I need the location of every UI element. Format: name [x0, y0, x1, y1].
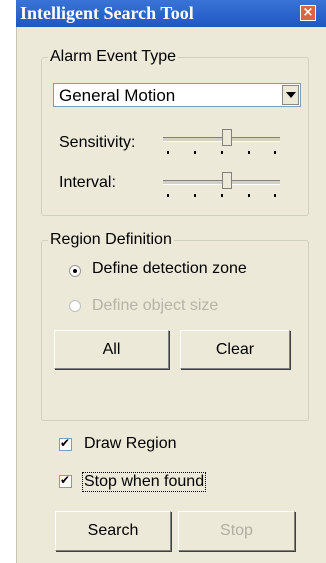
sensitivity-slider[interactable]	[163, 129, 280, 155]
alarm-type-select[interactable]: General Motion	[53, 83, 301, 107]
draw-region-label[interactable]: Draw Region	[84, 435, 176, 453]
interval-thumb[interactable]	[222, 172, 232, 189]
chevron-down-icon[interactable]	[282, 85, 299, 105]
alarm-event-legend: Alarm Event Type	[50, 48, 176, 65]
search-button[interactable]: Search	[55, 511, 171, 551]
interval-label: Interval:	[59, 174, 116, 191]
detection-zone-radio[interactable]	[69, 265, 81, 277]
region-definition-legend: Region Definition	[50, 231, 172, 248]
clear-button[interactable]: Clear	[180, 330, 290, 369]
sensitivity-label: Sensitivity:	[59, 134, 136, 151]
detection-zone-label[interactable]: Define detection zone	[92, 260, 247, 278]
interval-tick	[194, 194, 196, 197]
sensitivity-thumb[interactable]	[222, 129, 232, 146]
alarm-type-value: General Motion	[59, 86, 176, 105]
title-bar: Intelligent Search Tool ×	[16, 0, 326, 27]
sensitivity-tick	[167, 151, 169, 154]
interval-tick	[221, 194, 223, 197]
interval-tick	[274, 194, 276, 197]
stop-button[interactable]: Stop	[178, 511, 295, 551]
stop-when-found-label[interactable]: Stop when found	[82, 472, 207, 492]
sensitivity-tick	[194, 151, 196, 154]
object-size-label[interactable]: Define object size	[92, 297, 218, 315]
stop-when-found-checkbox[interactable]	[59, 473, 72, 488]
window-title: Intelligent Search Tool	[20, 3, 194, 23]
close-icon[interactable]: ×	[300, 5, 316, 21]
all-button[interactable]: All	[54, 330, 169, 369]
interval-tick	[248, 194, 250, 197]
sensitivity-tick	[248, 151, 250, 154]
object-size-radio[interactable]	[69, 300, 81, 312]
interval-tick	[167, 194, 169, 197]
sensitivity-tick	[221, 151, 223, 154]
interval-slider[interactable]	[163, 172, 280, 198]
sensitivity-tick	[274, 151, 276, 154]
draw-region-checkbox[interactable]	[59, 436, 72, 451]
